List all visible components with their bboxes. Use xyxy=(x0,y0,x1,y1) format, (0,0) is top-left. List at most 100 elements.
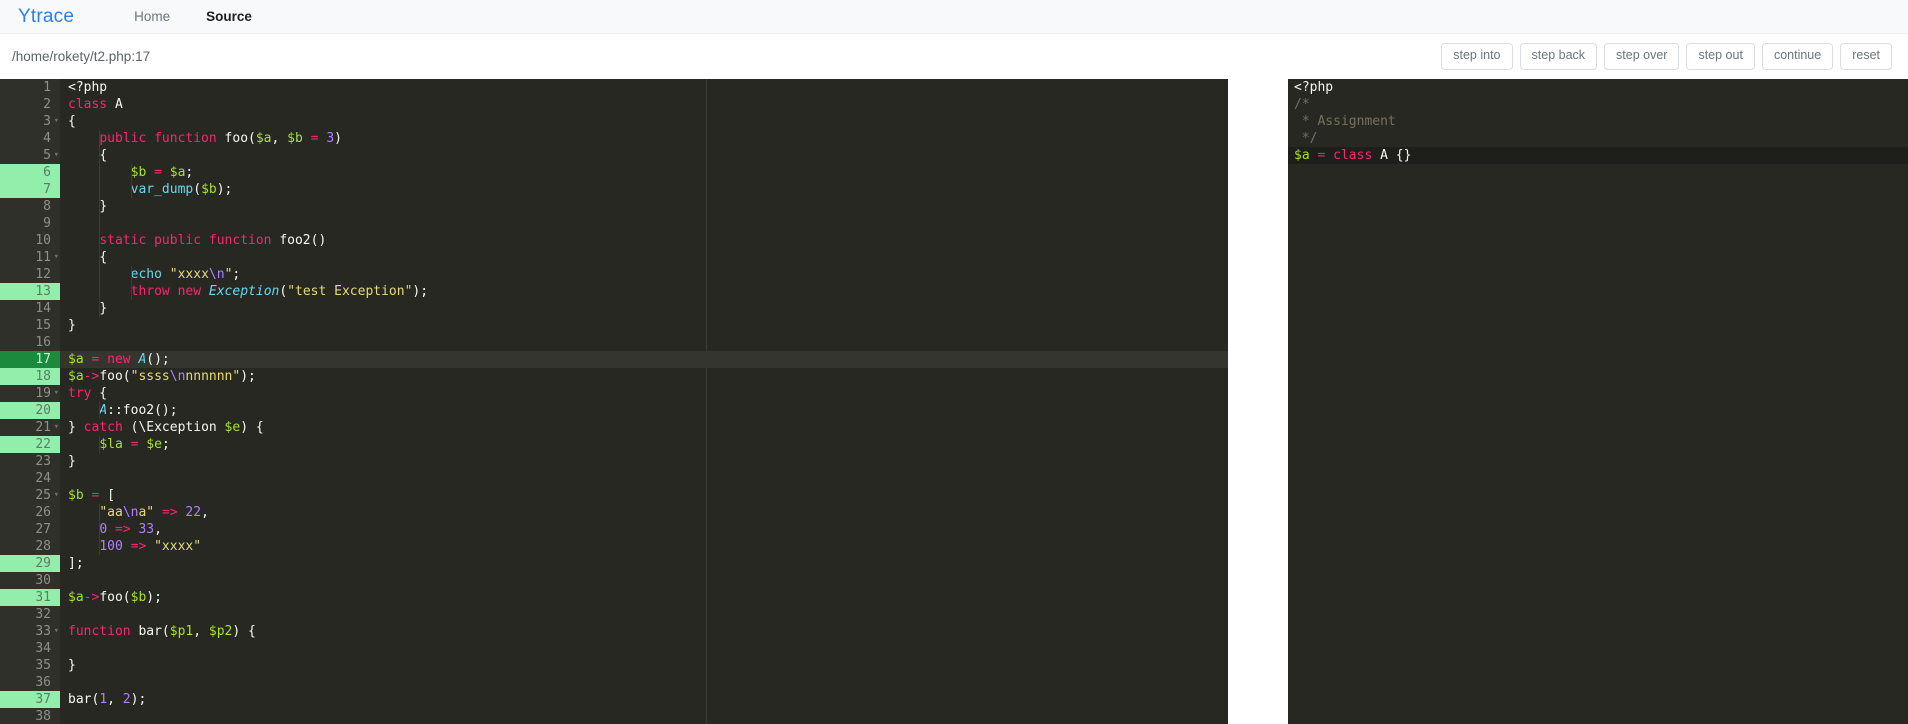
line-number-gutter[interactable]: 7 xyxy=(0,181,60,198)
step-into-button[interactable]: step into xyxy=(1441,43,1513,70)
line-number-gutter[interactable]: 28 xyxy=(0,538,60,555)
workspace: 1 <?php 2 class A 3 ▾{4 public function foo($… xyxy=(0,79,1908,724)
code-line: 5 ▾ { xyxy=(0,147,1228,164)
code-line: 8 } xyxy=(0,198,1228,215)
line-number-gutter[interactable]: 32 xyxy=(0,606,60,623)
line-number-gutter[interactable]: 11 ▾ xyxy=(0,249,60,266)
code-line: 20 A::foo2(); xyxy=(0,402,1228,419)
code-token: foo( xyxy=(216,131,256,146)
line-number-gutter[interactable]: 35 xyxy=(0,657,60,674)
line-number-gutter[interactable]: 24 xyxy=(0,470,60,487)
code-line: 28 100 => "xxxx" xyxy=(0,538,1228,555)
line-number-gutter[interactable]: 10 xyxy=(0,232,60,249)
nav-link-source[interactable]: Source xyxy=(206,9,252,24)
line-number-gutter[interactable]: 23 xyxy=(0,453,60,470)
line-number-gutter[interactable]: 4 xyxy=(0,130,60,147)
line-number-gutter[interactable]: 3 ▾ xyxy=(0,113,60,130)
line-number-gutter[interactable]: 13 xyxy=(0,283,60,300)
code-token: bar( xyxy=(68,692,100,707)
line-number-gutter[interactable]: 37 xyxy=(0,691,60,708)
line-number-gutter[interactable]: 15 xyxy=(0,317,60,334)
code-line-text: /* xyxy=(1288,96,1908,113)
line-number-gutter[interactable]: 33 ▾ xyxy=(0,623,60,640)
code-token: ::foo2(); xyxy=(107,403,178,418)
code-line: 17 $a = new A(); xyxy=(0,351,1228,368)
line-number-gutter[interactable]: 25 ▾ xyxy=(0,487,60,504)
code-token: => xyxy=(130,539,147,554)
code-token: 33 xyxy=(138,522,155,537)
code-token: $e xyxy=(224,420,241,435)
fold-toggle-icon[interactable]: ▾ xyxy=(54,624,59,639)
code-token: function xyxy=(68,624,131,639)
code-token: { xyxy=(99,148,108,163)
assignment-detail-panel[interactable]: <?php /* * Assignment */$a = class A {} xyxy=(1288,79,1908,724)
code-token: } xyxy=(68,658,76,673)
reset-button[interactable]: reset xyxy=(1840,43,1892,70)
code-token: $e xyxy=(146,437,162,452)
code-line-text: function bar($p1, $p2) { xyxy=(60,623,1228,640)
code-token: \n xyxy=(169,369,186,384)
line-number-gutter[interactable]: 1 xyxy=(0,79,60,96)
fold-toggle-icon[interactable]: ▾ xyxy=(54,148,59,163)
step-back-button[interactable]: step back xyxy=(1519,43,1598,70)
fold-toggle-icon[interactable]: ▾ xyxy=(54,250,59,265)
step-out-button[interactable]: step out xyxy=(1686,43,1755,70)
code-token: ; xyxy=(161,437,170,452)
line-number-gutter[interactable]: 8 xyxy=(0,198,60,215)
line-number-gutter[interactable]: 34 xyxy=(0,640,60,657)
code-line: 31 $a->foo($b); xyxy=(0,589,1228,606)
code-line-text: $a->foo($b); xyxy=(60,589,1228,606)
fold-toggle-icon[interactable]: ▾ xyxy=(54,114,59,129)
line-number-gutter[interactable]: 17 xyxy=(0,351,60,368)
code-line: 32​ xyxy=(0,606,1228,623)
line-number-gutter[interactable]: 16 xyxy=(0,334,60,351)
line-number-gutter[interactable]: 9 xyxy=(0,215,60,232)
source-code-editor[interactable]: 1 <?php 2 class A 3 ▾{4 public function foo($… xyxy=(0,79,1228,724)
line-number-gutter[interactable]: 38 xyxy=(0,708,60,724)
line-number-gutter[interactable]: 14 xyxy=(0,300,60,317)
line-number-gutter[interactable]: 22 xyxy=(0,436,60,453)
line-number-gutter[interactable]: 31 xyxy=(0,589,60,606)
line-number-gutter[interactable]: 18 xyxy=(0,368,60,385)
code-line: * Assignment xyxy=(1288,113,1908,130)
line-number-gutter[interactable]: 21 ▾ xyxy=(0,419,60,436)
code-token: $b xyxy=(130,165,147,180)
line-number-gutter[interactable]: 5 ▾ xyxy=(0,147,60,164)
line-number-gutter[interactable]: 20 xyxy=(0,402,60,419)
fold-toggle-icon[interactable]: ▾ xyxy=(54,386,59,401)
line-number-gutter[interactable]: 2 xyxy=(0,96,60,113)
code-token: a" xyxy=(138,505,155,520)
code-token: $p1 xyxy=(169,624,194,639)
fold-toggle-icon[interactable]: ▾ xyxy=(54,488,59,503)
brand-logo[interactable]: Ytrace xyxy=(18,6,74,28)
line-number-gutter[interactable]: 12 xyxy=(0,266,60,283)
fold-toggle-icon[interactable]: ▾ xyxy=(54,420,59,435)
line-number-gutter[interactable]: 19 ▾ xyxy=(0,385,60,402)
code-line: 26 "aa\na" => 22, xyxy=(0,504,1228,521)
line-number-gutter[interactable]: 27 xyxy=(0,521,60,538)
continue-button[interactable]: continue xyxy=(1761,43,1834,70)
code-line-text: ​ xyxy=(60,674,1228,691)
code-line: 18 $a->foo("ssss\nnnnnnn"); xyxy=(0,368,1228,385)
line-number-gutter[interactable]: 36 xyxy=(0,674,60,691)
nav-link-home[interactable]: Home xyxy=(134,9,170,24)
code-line-text: "aa\na" => 22, xyxy=(60,504,1228,521)
line-number-gutter[interactable]: 29 xyxy=(0,555,60,572)
code-line-text: * Assignment xyxy=(1288,113,1908,130)
code-token: public function xyxy=(99,131,217,146)
indent-guide xyxy=(99,402,101,419)
code-line: 37 bar(1, 2); xyxy=(0,691,1228,708)
line-number-gutter[interactable]: 6 xyxy=(0,164,60,181)
line-number-gutter[interactable]: 30 xyxy=(0,572,60,589)
line-number-gutter[interactable]: 26 xyxy=(0,504,60,521)
code-token: 22 xyxy=(185,505,202,520)
code-token: $a xyxy=(169,165,186,180)
code-token: "xxxx" xyxy=(154,539,202,554)
step-over-button[interactable]: step over xyxy=(1604,43,1680,70)
